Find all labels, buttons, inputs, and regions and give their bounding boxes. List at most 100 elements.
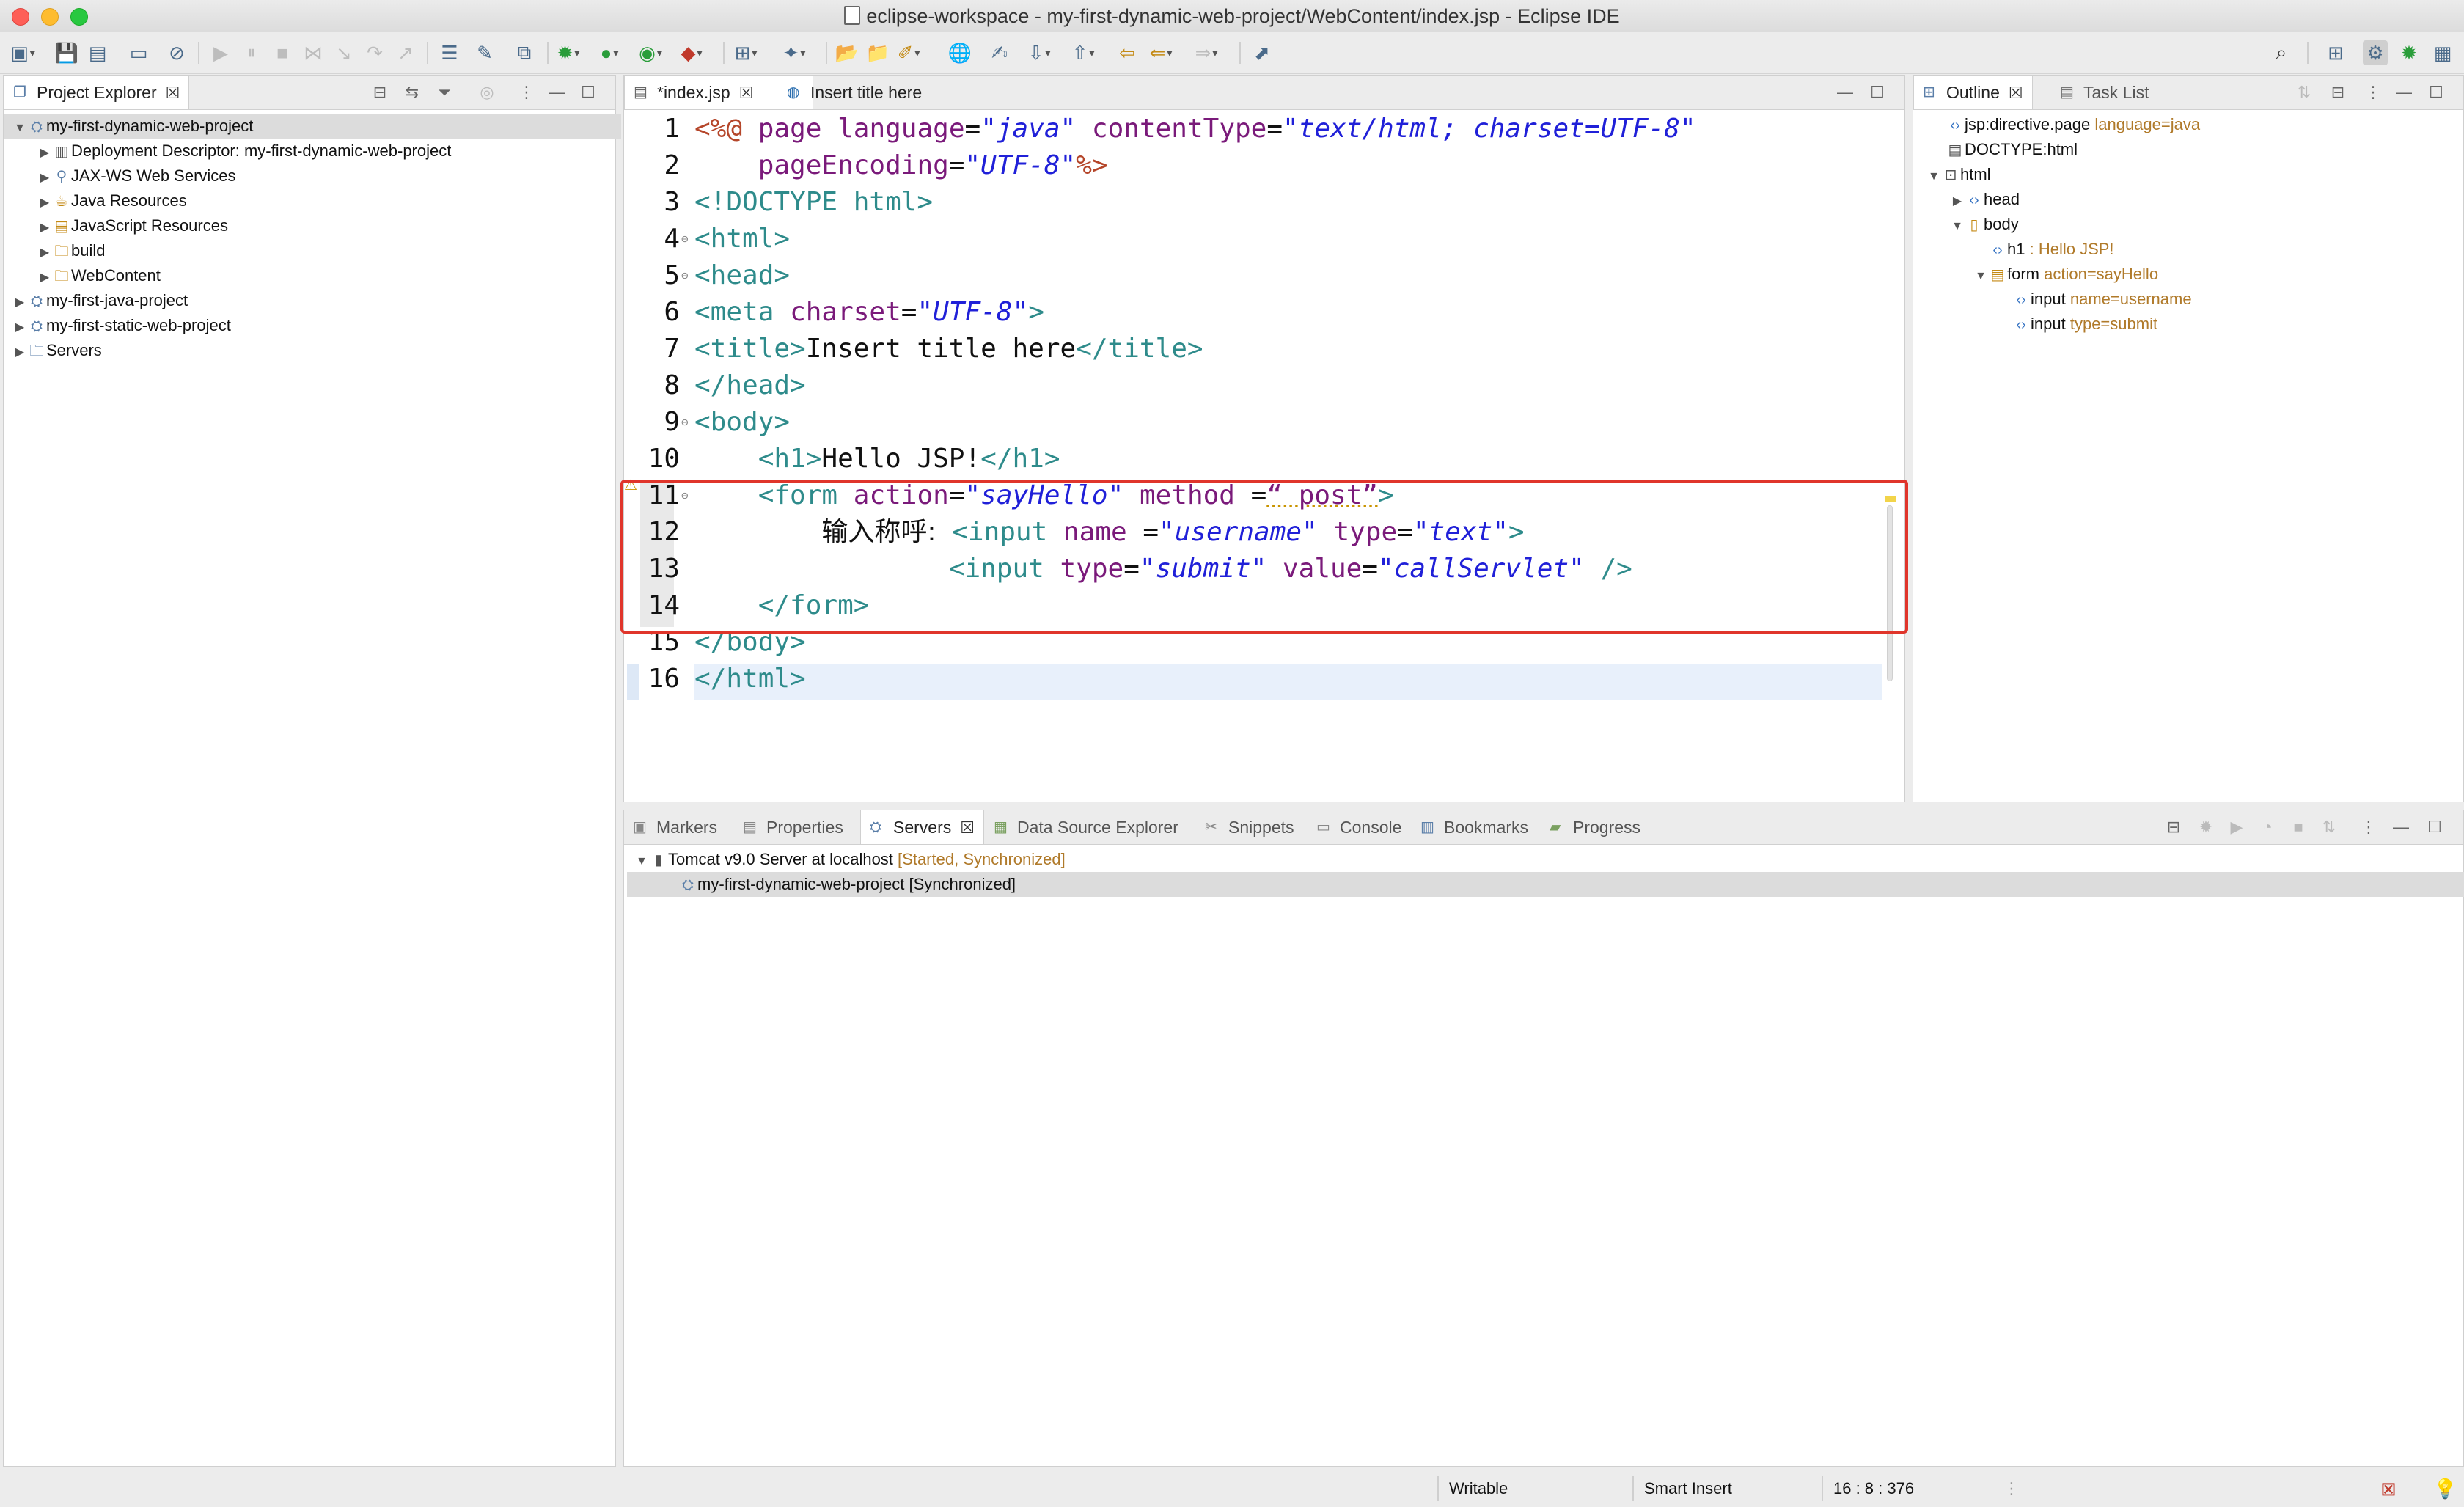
new-server-icon[interactable]: ⊞ <box>733 40 758 65</box>
collapsed-arrow-icon[interactable]: ▶ <box>12 340 27 365</box>
forward-icon[interactable]: ⇒ <box>1194 40 1219 65</box>
tree-item-java-project[interactable]: ▶ ⛭ my-first-java-project <box>4 288 188 313</box>
outline-item-head[interactable]: ▶ ‹› head <box>1950 187 2020 212</box>
minimize-icon[interactable]: — <box>1836 83 1855 102</box>
skip-breakpoints-icon[interactable]: ⊘ <box>164 40 189 65</box>
collapse-all-icon[interactable]: ⊟ <box>370 83 389 102</box>
markers-icon[interactable]: ✎ <box>472 40 497 65</box>
outline-item-doctype[interactable]: ▤ DOCTYPE:html <box>1946 137 2078 162</box>
debug-server-icon[interactable]: ✹ <box>2196 818 2215 837</box>
collapsed-arrow-icon[interactable]: ▶ <box>37 191 52 216</box>
monitor-icon[interactable]: ▭ <box>126 40 151 65</box>
new-icon[interactable]: ▣ <box>10 40 35 65</box>
search-tool-icon[interactable]: ✐ <box>896 40 921 65</box>
tab-progress[interactable]: ▰ Progress <box>1541 810 1649 844</box>
outline-item-body[interactable]: ▼ ▯ body <box>1950 212 2019 237</box>
new-project-icon[interactable]: ✦ <box>782 40 807 65</box>
last-edit-icon[interactable]: ⇦ <box>1115 40 1140 65</box>
tree-item-jaxws[interactable]: ▶ ⚲ JAX-WS Web Services <box>4 164 236 188</box>
server-module-row[interactable]: ⛭ my-first-dynamic-web-project [Synchroni… <box>627 872 2464 897</box>
maximize-icon[interactable]: ☐ <box>2425 818 2444 837</box>
open-folder-icon[interactable]: 📂 <box>835 40 859 65</box>
outline-item-html[interactable]: ▼ ⊡ html <box>1926 162 1990 189</box>
publish-icon[interactable]: ⇅ <box>2320 818 2339 837</box>
tasks-icon[interactable]: ☰ <box>437 40 462 65</box>
run-last-icon[interactable]: ◉ <box>638 40 663 65</box>
suspend-icon[interactable]: ⏸ <box>239 40 264 65</box>
tab-browser-preview[interactable]: ◍ Insert title here <box>778 76 931 109</box>
stop-server-icon[interactable]: ■ <box>2289 818 2308 837</box>
outline-item-input-username[interactable]: ‹› input name=username <box>2012 287 2191 312</box>
minimize-icon[interactable]: — <box>548 83 567 102</box>
collapsed-arrow-icon[interactable]: ▶ <box>37 241 52 265</box>
tab-snippets[interactable]: ✂ Snippets <box>1196 810 1303 844</box>
tip-bulb-icon[interactable]: 💡 <box>2433 1470 2457 1507</box>
collapsed-arrow-icon[interactable]: ▶ <box>37 265 52 290</box>
back-icon[interactable]: ⇐ <box>1148 40 1173 65</box>
vertical-scrollbar[interactable] <box>1887 505 1893 681</box>
outline-item-input-submit[interactable]: ‹› input type=submit <box>2012 312 2157 337</box>
tab-project-explorer[interactable]: ❐ Project Explorer ☒ <box>4 76 190 110</box>
view-menu-icon[interactable]: ⋮ <box>2359 818 2378 837</box>
minimize-icon[interactable]: — <box>2394 83 2413 102</box>
tab-bookmarks[interactable]: ▥ Bookmarks <box>1412 810 1537 844</box>
filter-icon[interactable]: ⏷ <box>435 83 454 102</box>
step-into-icon[interactable]: ↘ <box>331 40 356 65</box>
tree-item-webcontent[interactable]: ▶ 🗀 WebContent <box>4 263 161 288</box>
resume-icon[interactable]: ▶ <box>208 40 233 65</box>
link-editor-icon[interactable]: ⇆ <box>403 83 422 102</box>
java-perspective-icon[interactable]: ▦ <box>2430 40 2455 65</box>
previous-annotation-icon[interactable]: ⇧ <box>1071 40 1096 65</box>
close-icon[interactable]: ☒ <box>739 76 754 110</box>
close-icon[interactable]: ☒ <box>166 76 180 110</box>
collapse-all-icon[interactable]: ⊟ <box>2164 818 2183 837</box>
overview-warning-marker[interactable] <box>1885 496 1896 502</box>
profile-server-icon[interactable]: ◔ <box>2258 818 2277 837</box>
tab-markers[interactable]: ▣ Markers <box>624 810 726 844</box>
collapsed-arrow-icon[interactable]: ▶ <box>37 216 52 241</box>
debug-perspective-icon[interactable]: ✹ <box>2397 40 2421 65</box>
tree-item-deployment-descriptor[interactable]: ▶ ▥ Deployment Descriptor: my-first-dynami… <box>4 139 452 166</box>
minimize-icon[interactable]: — <box>2391 818 2410 837</box>
run-icon[interactable]: ● <box>597 40 622 65</box>
tab-servers[interactable]: ⛭ Servers ☒ <box>860 810 984 844</box>
fold-icon[interactable]: ⊖ <box>681 257 689 294</box>
expanded-arrow-icon[interactable]: ▼ <box>1926 164 1941 189</box>
tree-item-build[interactable]: ▶ 🗀 build <box>4 238 106 265</box>
fold-icon[interactable]: ⊖ <box>681 404 689 441</box>
view-menu-icon[interactable]: ⋮ <box>2364 83 2383 102</box>
fold-icon[interactable]: ⊖ <box>681 477 689 514</box>
error-log-icon[interactable]: ⊠ <box>2380 1470 2397 1507</box>
tab-properties[interactable]: ▤ Properties <box>734 810 852 844</box>
sort-icon[interactable]: ⇅ <box>2295 83 2314 102</box>
server-row-tomcat[interactable]: ▼ ▮ Tomcat v9.0 Server at localhost [Start… <box>634 847 1066 872</box>
collapsed-arrow-icon[interactable]: ▶ <box>37 141 52 166</box>
collapsed-arrow-icon[interactable]: ▶ <box>12 290 27 315</box>
pin-editor-icon[interactable]: ⬈ <box>1250 40 1275 65</box>
outline-item-directive[interactable]: ‹› jsp:directive.page language=java <box>1946 112 2200 137</box>
collapse-all-icon[interactable]: ⊟ <box>2328 83 2347 102</box>
terminate-icon[interactable]: ■ <box>270 40 295 65</box>
jee-perspective-icon[interactable]: ⚙ <box>2363 40 2388 65</box>
globe-icon[interactable]: 🌐 <box>947 40 972 65</box>
tree-item-servers[interactable]: ▶ 🗀 Servers <box>4 338 102 363</box>
edit-icon[interactable]: ✍ <box>987 40 1012 65</box>
collapsed-arrow-icon[interactable]: ▶ <box>12 315 27 340</box>
collapsed-arrow-icon[interactable]: ▶ <box>37 166 52 191</box>
status-grip-icon[interactable]: ⋮ <box>2003 1470 2020 1507</box>
maximize-icon[interactable]: ☐ <box>2427 83 2446 102</box>
start-server-icon[interactable]: ▶ <box>2227 818 2246 837</box>
outline-item-h1[interactable]: ‹› h1 : Hello JSP! <box>1988 237 2113 262</box>
tree-item-java-resources[interactable]: ▶ ☕ Java Resources <box>4 188 187 213</box>
next-annotation-icon[interactable]: ⇩ <box>1027 40 1052 65</box>
close-icon[interactable]: ☒ <box>960 811 975 845</box>
debug-icon[interactable]: ✹ <box>556 40 581 65</box>
open-file-icon[interactable]: 📁 <box>865 40 890 65</box>
external-tools-icon[interactable]: ◆ <box>679 40 704 65</box>
focus-icon[interactable]: ◎ <box>477 83 496 102</box>
disconnect-icon[interactable]: ⋈ <box>301 40 326 65</box>
expanded-arrow-icon[interactable]: ▼ <box>1950 214 1965 239</box>
tab-outline[interactable]: ⊞ Outline ☒ <box>1913 76 2033 109</box>
collapsed-arrow-icon[interactable]: ▶ <box>1950 189 1965 214</box>
open-type-icon[interactable]: ⧉ <box>512 40 537 65</box>
